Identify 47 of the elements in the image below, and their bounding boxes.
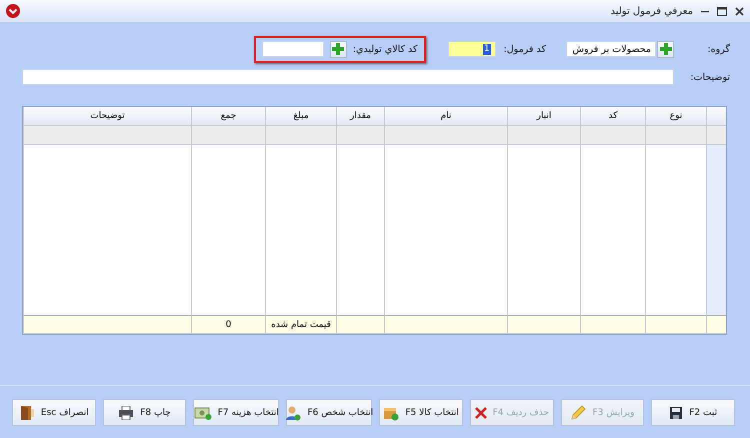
toolbar-button[interactable]: انصراف Esc	[12, 399, 96, 426]
pencil-icon	[570, 404, 586, 420]
column-header[interactable]: نوع	[645, 107, 706, 126]
maximize-icon[interactable]	[717, 6, 727, 16]
product-code-field[interactable]	[262, 41, 324, 57]
door-icon	[18, 404, 35, 420]
formula-code-field[interactable]: 1	[448, 41, 496, 57]
toolbar-button[interactable]: انتخاب شخص F6	[286, 399, 372, 426]
field-label: کد فرمول:	[504, 44, 546, 54]
close-icon[interactable]	[735, 6, 744, 16]
description-field[interactable]	[22, 69, 674, 85]
column-header[interactable]: مبلغ	[265, 107, 336, 126]
column-header[interactable]: نام	[384, 107, 507, 126]
row-header	[706, 107, 726, 126]
column-header[interactable]: توضيحات	[23, 107, 191, 126]
banknote-icon	[194, 406, 212, 420]
toolbar-button[interactable]: انتخاب هزینه F7	[193, 399, 280, 426]
field-label: گروه:	[706, 44, 730, 54]
group-field[interactable]: محصولات بر فروش	[566, 41, 656, 57]
plus-icon	[660, 43, 672, 55]
column-header[interactable]: کد	[580, 107, 645, 126]
window-title: معرفي فرمول توليد	[610, 6, 693, 16]
footer-cell: 0	[191, 315, 265, 334]
filter-cell	[336, 126, 384, 145]
column-header[interactable]: انبار	[507, 107, 580, 126]
filter-cell	[645, 126, 706, 145]
add-button[interactable]	[330, 40, 347, 58]
footer-cell	[645, 315, 706, 334]
column-header[interactable]: مقدار	[336, 107, 384, 126]
printer-icon	[118, 406, 134, 420]
field-label: توضيحات:	[689, 72, 730, 82]
filter-cell	[580, 126, 645, 145]
person-icon	[285, 404, 302, 420]
plus-icon	[332, 43, 344, 55]
footer-cell	[336, 315, 384, 334]
delete-icon	[474, 406, 487, 418]
app-logo-icon	[6, 4, 20, 18]
field-label: کد کالاي توليدي:	[352, 44, 418, 54]
toolbar-button[interactable]: چاپ F8	[102, 399, 186, 426]
footer-cell	[580, 315, 645, 334]
minimize-icon[interactable]	[701, 10, 709, 12]
footer-cell: قیمت تمام شده	[265, 315, 336, 334]
toolbar-button[interactable]: انتخاب کالا F5	[379, 399, 463, 426]
filter-cell	[265, 126, 336, 145]
add-button[interactable]	[657, 40, 674, 58]
toolbar-button[interactable]: ثبت F2	[651, 399, 735, 426]
column-header[interactable]: جمع	[191, 107, 265, 126]
